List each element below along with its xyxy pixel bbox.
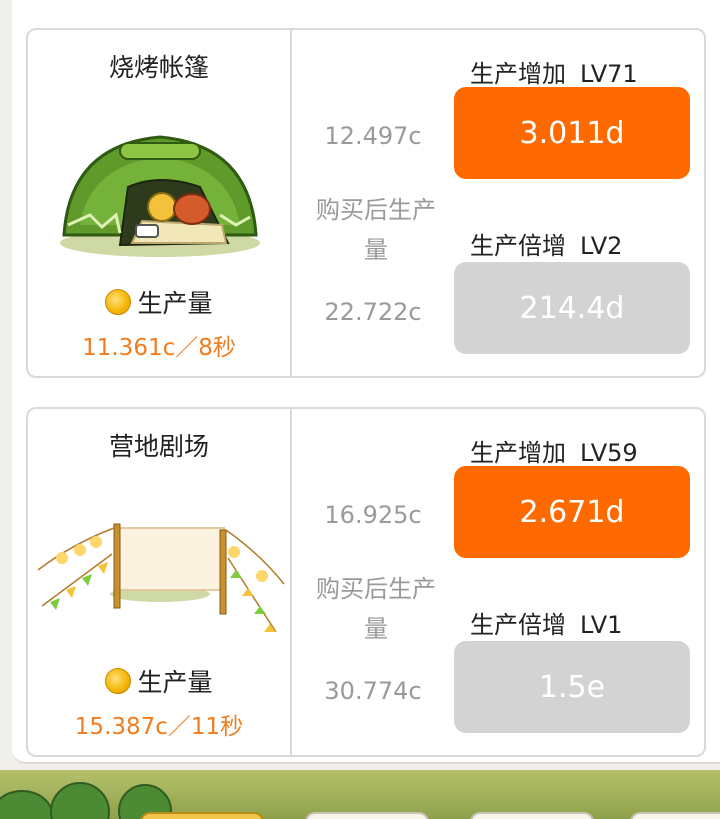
building-name: 烧烤帐篷 xyxy=(108,53,209,82)
coin-icon xyxy=(105,289,132,315)
upgrade-multiplier-label: 生产倍增 LV1 xyxy=(470,605,622,640)
upgrade-production-label: 生产增加 LV71 xyxy=(470,54,638,89)
current-output: 16.925c xyxy=(324,501,422,529)
building-card-bbq-tent: 烧烤帐篷 生产量 11.361c／8秒 12.497c 购买后生产量 22.72… xyxy=(26,28,706,378)
upgrade-name: 生产倍增 xyxy=(470,232,566,260)
upgrade-multiplier-button[interactable]: 214.4d xyxy=(454,262,690,354)
stage-illustration xyxy=(37,523,285,633)
coin-icon xyxy=(105,668,132,694)
production-value: 11.361c／8秒 xyxy=(82,335,236,361)
upgrade-multiplier-button[interactable]: 1.5e xyxy=(454,641,690,733)
production-label: 生产量 xyxy=(137,289,213,318)
output-comparison: 12.497c 购买后生产量 22.722c xyxy=(292,30,454,376)
tree-icon xyxy=(0,790,54,819)
building-info: 营地剧场 生产量 15.387c／11秒 xyxy=(28,409,292,755)
next-output: 30.774c xyxy=(324,677,422,705)
after-purchase-label: 购买后生产量 xyxy=(316,575,436,643)
upgrade-column: 生产增加 LV71 3.011d 生产倍增 LV2 214.4d xyxy=(454,30,704,376)
bottom-tab[interactable] xyxy=(470,812,594,819)
next-output: 22.722c xyxy=(324,298,422,326)
tent-illustration xyxy=(60,135,260,257)
current-output: 12.497c xyxy=(324,122,422,150)
building-info: 烧烤帐篷 生产量 11.361c／8秒 xyxy=(28,30,292,376)
bottom-tab[interactable] xyxy=(630,812,720,819)
upgrade-multiplier-label: 生产倍增 LV2 xyxy=(470,226,622,261)
production-row: 生产量 xyxy=(28,285,290,319)
building-card-camp-theater: 营地剧场 生产量 15.387c／11秒 16.925c 购买后生产量 30.7… xyxy=(26,407,706,757)
bottom-tab[interactable] xyxy=(305,812,429,819)
upgrade-column: 生产增加 LV59 2.671d 生产倍增 LV1 1.5e xyxy=(454,409,704,755)
upgrade-level: LV71 xyxy=(580,60,638,88)
upgrade-level: LV1 xyxy=(580,611,623,639)
production-row: 生产量 xyxy=(28,664,290,698)
upgrade-level: LV59 xyxy=(580,439,638,467)
upgrade-name: 生产倍增 xyxy=(470,611,566,639)
upgrade-name: 生产增加 xyxy=(470,439,566,467)
building-name: 营地剧场 xyxy=(108,432,209,461)
upgrade-production-label: 生产增加 LV59 xyxy=(470,433,638,468)
production-label: 生产量 xyxy=(137,668,213,697)
after-purchase-label: 购买后生产量 xyxy=(316,196,436,264)
upgrade-level: LV2 xyxy=(580,232,623,260)
output-comparison: 16.925c 购买后生产量 30.774c xyxy=(292,409,454,755)
production-value: 15.387c／11秒 xyxy=(74,714,244,740)
upgrade-production-button[interactable]: 2.671d xyxy=(454,466,690,558)
upgrade-production-button[interactable]: 3.011d xyxy=(454,87,690,179)
upgrade-name: 生产增加 xyxy=(470,60,566,88)
bottom-tab[interactable] xyxy=(140,812,264,819)
tree-icon xyxy=(50,782,110,819)
